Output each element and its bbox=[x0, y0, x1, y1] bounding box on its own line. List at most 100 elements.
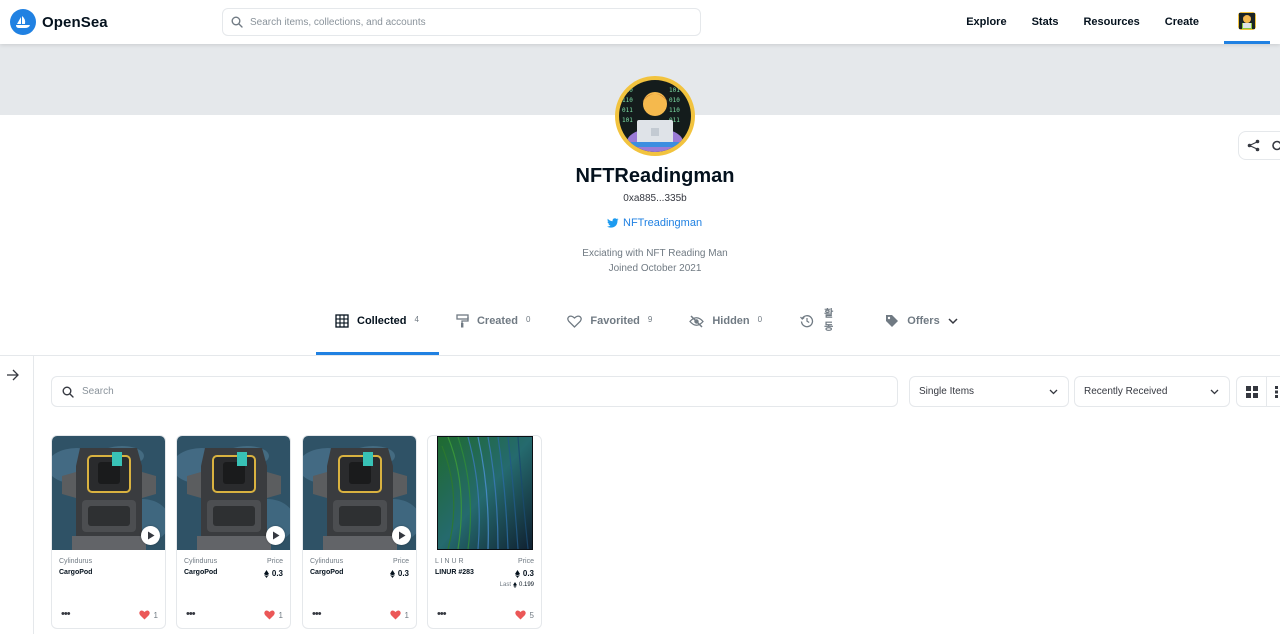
price-value: 0.3 bbox=[522, 569, 534, 578]
nav-explore[interactable]: Explore bbox=[966, 16, 1006, 28]
last-sale-value: 0.199 bbox=[518, 582, 534, 588]
tab-created[interactable]: Created 0 bbox=[456, 307, 530, 335]
heart-filled-icon bbox=[514, 610, 526, 620]
search-placeholder: Search items, collections, and accounts bbox=[250, 16, 426, 28]
profile-bio: Exciating with NFT Reading Man Joined Oc… bbox=[0, 246, 1280, 276]
more-options-icon[interactable]: ••• bbox=[61, 609, 71, 620]
price-value: 0.3 bbox=[397, 569, 409, 578]
nft-price: 0.3 bbox=[389, 569, 409, 578]
tabs-divider bbox=[0, 355, 1280, 356]
items-type-select[interactable]: Single Items bbox=[909, 376, 1069, 407]
more-options-icon[interactable]: ••• bbox=[186, 609, 196, 620]
grid-view-button[interactable] bbox=[1237, 377, 1266, 406]
history-icon bbox=[800, 315, 814, 328]
card-footer: ••• 1 bbox=[177, 602, 290, 628]
items-type-value: Single Items bbox=[919, 386, 975, 397]
nft-card[interactable]: Cylindurus CargoPod Price 0.3 ••• 1 bbox=[176, 435, 291, 629]
nav-resources[interactable]: Resources bbox=[1083, 16, 1139, 28]
tab-activity-label: 활 동 bbox=[824, 308, 833, 334]
opensea-logo[interactable]: OpenSea bbox=[10, 9, 108, 35]
joined-date: Joined October 2021 bbox=[608, 263, 702, 274]
grid-large-icon bbox=[1245, 385, 1258, 398]
tab-activity[interactable]: 활 동 bbox=[800, 307, 833, 335]
tab-activity-label-bottom: 동 bbox=[824, 322, 834, 333]
global-search-input[interactable]: Search items, collections, and accounts bbox=[222, 8, 701, 36]
play-button[interactable] bbox=[266, 526, 285, 545]
search-icon bbox=[231, 16, 243, 28]
last-sale-label: Last bbox=[499, 582, 511, 588]
wallet-address[interactable]: 0xa885...335b bbox=[0, 193, 1280, 204]
nft-collection[interactable]: Cylindurus bbox=[184, 558, 217, 565]
svg-text:110: 110 bbox=[669, 107, 680, 114]
tab-hidden[interactable]: Hidden 0 bbox=[689, 307, 762, 335]
settings-icon[interactable] bbox=[1270, 139, 1280, 152]
chevron-down-icon bbox=[1049, 389, 1058, 394]
filter-sidebar-collapsed bbox=[0, 356, 34, 634]
heart-filled-icon bbox=[138, 610, 150, 620]
brand-name: OpenSea bbox=[42, 13, 108, 31]
nft-image bbox=[428, 436, 541, 550]
tab-favorited[interactable]: Favorited 9 bbox=[567, 307, 652, 335]
nft-card[interactable]: Cylindurus CargoPod ••• 1 bbox=[51, 435, 166, 629]
card-footer: ••• 1 bbox=[52, 602, 165, 628]
profile-avatar-image: 010 101 110 010 011 110 101 011 bbox=[619, 80, 691, 152]
svg-text:110: 110 bbox=[622, 97, 633, 104]
tab-collected-count: 4 bbox=[414, 315, 419, 324]
nft-card[interactable]: L I N U R LINUR #283 Price 0.3 Last 0.19… bbox=[427, 435, 542, 629]
chevron-down-icon bbox=[948, 317, 958, 324]
tab-favorited-label: Favorited bbox=[590, 315, 640, 327]
twitter-link[interactable]: NFTreadingman bbox=[607, 217, 702, 229]
more-options-icon[interactable]: ••• bbox=[437, 609, 447, 620]
favorite-count: 1 bbox=[278, 610, 283, 620]
favorite-button[interactable]: 1 bbox=[263, 610, 283, 620]
arrow-right-icon[interactable] bbox=[6, 369, 19, 381]
play-icon bbox=[272, 531, 279, 540]
more-options-icon[interactable]: ••• bbox=[312, 609, 322, 620]
svg-text:010: 010 bbox=[669, 97, 680, 104]
nft-collection[interactable]: Cylindurus bbox=[310, 558, 343, 565]
twitter-handle: NFTreadingman bbox=[623, 217, 703, 229]
share-icon bbox=[1247, 139, 1260, 152]
share-button[interactable] bbox=[1238, 131, 1280, 160]
price-label: Price bbox=[267, 558, 283, 565]
tab-offers[interactable]: Offers bbox=[885, 307, 958, 335]
nft-card[interactable]: Cylindurus CargoPod Price 0.3 ••• 1 bbox=[302, 435, 417, 629]
nft-image bbox=[303, 436, 416, 550]
play-button[interactable] bbox=[392, 526, 411, 545]
top-navigation: OpenSea Search items, collections, and a… bbox=[0, 0, 1280, 44]
nft-name: CargoPod bbox=[310, 569, 344, 576]
twitter-icon bbox=[607, 218, 619, 228]
nft-price: 0.3 bbox=[263, 569, 283, 578]
nft-collection[interactable]: Cylindurus bbox=[59, 558, 92, 565]
svg-text:010: 010 bbox=[622, 87, 633, 94]
tab-activity-label-top: 활 bbox=[824, 309, 834, 320]
tab-hidden-count: 0 bbox=[757, 315, 763, 324]
play-icon bbox=[398, 531, 405, 540]
account-menu[interactable] bbox=[1224, 0, 1270, 44]
ethereum-icon bbox=[513, 582, 517, 588]
ethereum-icon bbox=[263, 569, 269, 578]
nav-create[interactable]: Create bbox=[1165, 16, 1199, 28]
opensea-logo-icon bbox=[10, 9, 36, 35]
bio-text: Exciating with NFT Reading Man bbox=[582, 248, 728, 259]
item-search-input[interactable]: Search bbox=[51, 376, 898, 407]
profile-tabs: Collected 4 Created 0 Favorited 9 Hidden… bbox=[316, 307, 958, 355]
tab-collected[interactable]: Collected 4 bbox=[335, 307, 419, 335]
compact-view-button[interactable] bbox=[1266, 377, 1280, 406]
tab-collected-label: Collected bbox=[357, 315, 407, 327]
sort-select[interactable]: Recently Received bbox=[1074, 376, 1230, 407]
last-sale: Last 0.199 bbox=[500, 582, 534, 588]
nft-collection[interactable]: L I N U R bbox=[435, 558, 464, 565]
grid-small-icon bbox=[1275, 385, 1278, 398]
price-value: 0.3 bbox=[271, 569, 283, 578]
price-label: Price bbox=[393, 558, 409, 565]
nav-stats[interactable]: Stats bbox=[1032, 16, 1059, 28]
ethereum-icon bbox=[389, 569, 395, 578]
favorite-count: 1 bbox=[153, 610, 158, 620]
favorite-button[interactable]: 1 bbox=[389, 610, 409, 620]
favorite-count: 5 bbox=[529, 610, 534, 620]
item-search-placeholder: Search bbox=[82, 386, 114, 397]
favorite-button[interactable]: 5 bbox=[514, 610, 534, 620]
favorite-button[interactable]: 1 bbox=[138, 610, 158, 620]
play-button[interactable] bbox=[141, 526, 160, 545]
